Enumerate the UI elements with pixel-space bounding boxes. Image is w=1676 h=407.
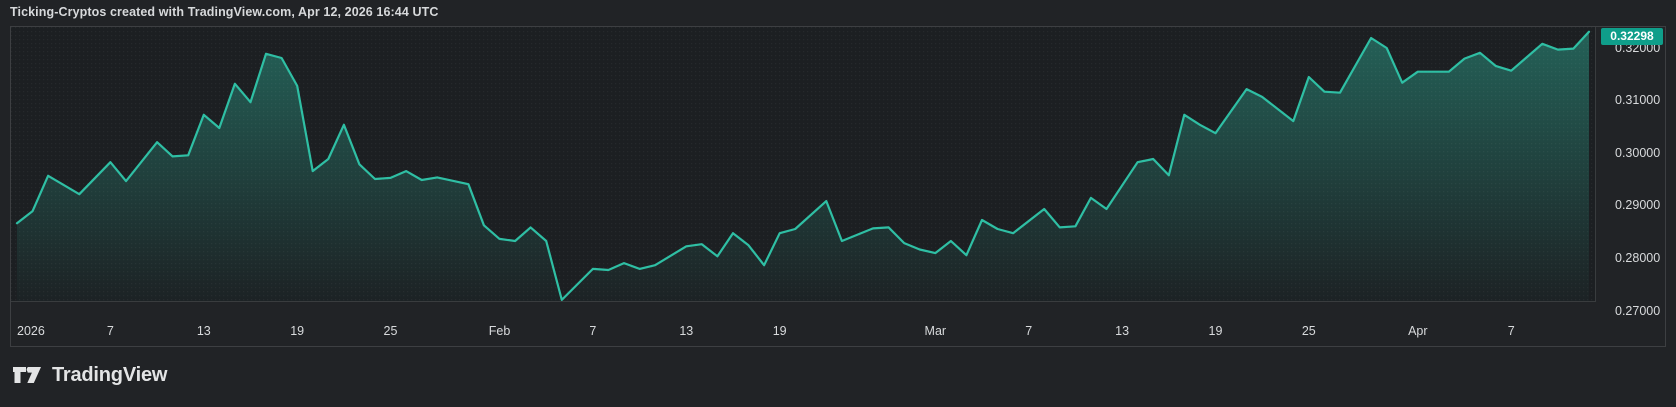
time-axis-label: 7 — [589, 324, 596, 339]
grid-dots — [11, 27, 1595, 301]
tradingview-logo-text: TradingView — [52, 364, 167, 387]
time-axis-label: 25 — [384, 324, 398, 339]
time-axis-label: 7 — [107, 324, 114, 339]
time-axis-label: Feb — [489, 324, 511, 339]
time-axis-label: 2026 — [17, 324, 45, 339]
time-axis-label: 19 — [773, 324, 787, 339]
last-price-badge: 0.32298 — [1601, 28, 1663, 45]
time-axis-label: 7 — [1025, 324, 1032, 339]
time-axis-label: 13 — [197, 324, 211, 339]
time-axis-label: Mar — [925, 324, 947, 339]
time-axis-label: 19 — [290, 324, 304, 339]
page-root: { "header": { "title": "Ticking-Cryptos … — [0, 0, 1676, 407]
chart-plot-area[interactable] — [11, 27, 1596, 302]
price-axis-label: 0.29000 — [1615, 197, 1660, 213]
price-axis[interactable]: 0.32298 0.320000.310000.300000.290000.28… — [1596, 27, 1666, 346]
time-axis-label: 13 — [679, 324, 693, 339]
time-axis-label: 19 — [1209, 324, 1223, 339]
chart-title: Ticking-Cryptos created with TradingView… — [10, 5, 438, 19]
time-axis-label: 7 — [1508, 324, 1515, 339]
tradingview-logo[interactable]: TradingView — [12, 361, 167, 389]
chart-widget: 0.32298 0.320000.310000.300000.290000.28… — [10, 26, 1666, 347]
time-axis-label: 25 — [1302, 324, 1316, 339]
price-axis-label: 0.27000 — [1615, 303, 1660, 319]
time-axis-label: 13 — [1115, 324, 1129, 339]
tradingview-logo-icon — [12, 366, 42, 384]
time-axis[interactable]: 2026 7 13 19 25 Feb 7 13 19 Mar 7 13 19 25 Apr 7 — [11, 301, 1595, 346]
price-axis-label: 0.28000 — [1615, 250, 1660, 266]
time-axis-label: Apr — [1408, 324, 1427, 339]
price-area-chart — [11, 27, 1595, 301]
price-axis-label: 0.31000 — [1615, 92, 1660, 108]
price-axis-label: 0.30000 — [1615, 145, 1660, 161]
